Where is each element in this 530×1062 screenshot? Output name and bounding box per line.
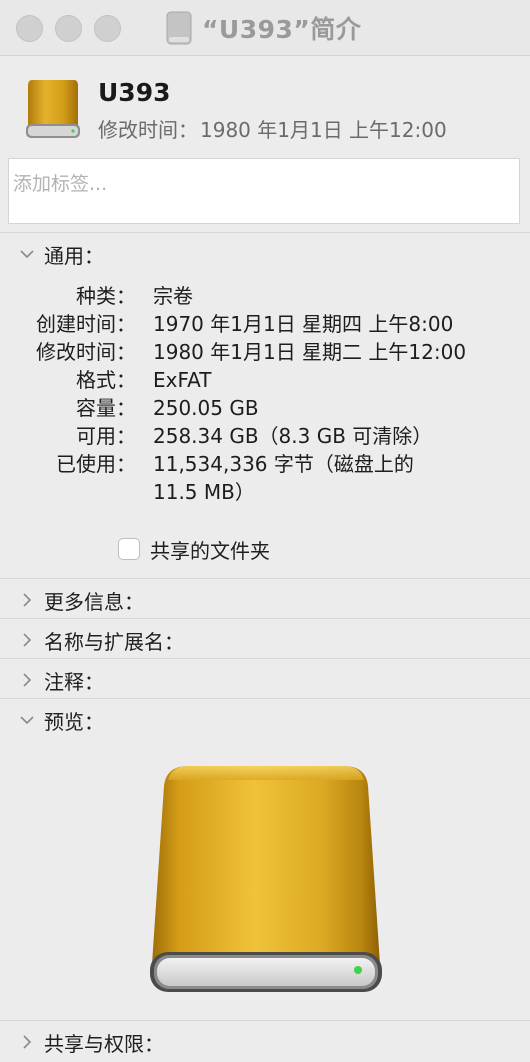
section-general[interactable]: 通用： — [0, 236, 530, 272]
available-value: 258.34 GB（8.3 GB 可清除） — [153, 424, 433, 448]
format-label: 格式： — [76, 368, 136, 392]
section-preview-label: 预览： — [44, 709, 104, 734]
used-value-line1: 11,534,336 字节（磁盘上的 — [153, 452, 414, 476]
kind-value: 宗卷 — [153, 284, 193, 308]
drive-preview-image — [150, 766, 382, 992]
separator — [0, 618, 530, 619]
used-label: 已使用： — [56, 452, 136, 476]
minimize-window-button[interactable] — [55, 15, 82, 42]
volume-modified: 修改时间： 1980 年1月1日 上午12:00 — [98, 114, 449, 143]
shared-folder-option[interactable]: 共享的文件夹 — [118, 536, 270, 563]
kind-label: 种类： — [76, 284, 136, 308]
chevron-right-icon — [14, 670, 40, 690]
modified-value: 1980 年1月1日 星期二 上午12:00 — [153, 340, 467, 364]
separator — [0, 698, 530, 699]
chevron-down-icon — [14, 710, 40, 730]
section-comments[interactable]: 注释： — [0, 662, 530, 698]
capacity-label: 容量： — [76, 396, 136, 420]
separator — [0, 232, 530, 233]
title-bar: “U393”简介 — [0, 0, 530, 56]
info-header: U393 修改时间： 1980 年1月1日 上午12:00 — [0, 56, 530, 156]
tags-placeholder: 添加标签... — [13, 173, 108, 195]
modified-label: 修改时间： — [36, 340, 136, 364]
section-sharing-permissions[interactable]: 共享与权限： — [0, 1024, 530, 1060]
section-comments-label: 注释： — [44, 669, 104, 694]
capacity-value: 250.05 GB — [153, 396, 259, 420]
format-value: ExFAT — [153, 368, 212, 392]
tags-input[interactable]: 添加标签... — [8, 158, 520, 224]
volume-name: U393 — [98, 78, 171, 107]
section-name-extension[interactable]: 名称与扩展名： — [0, 622, 530, 658]
chevron-right-icon — [14, 630, 40, 650]
created-value: 1970 年1月1日 星期四 上午8:00 — [153, 312, 454, 336]
volume-modified-value: 1980 年1月1日 上午12:00 — [200, 118, 447, 142]
shared-folder-label: 共享的文件夹 — [150, 538, 270, 563]
created-label: 创建时间： — [36, 312, 136, 336]
volume-modified-label: 修改时间： — [98, 118, 198, 142]
window-title-text: “U393”简介 — [202, 15, 362, 44]
used-value-line2: 11.5 MB） — [153, 480, 255, 504]
zoom-window-button[interactable] — [94, 15, 121, 42]
section-more-info-label: 更多信息： — [44, 589, 144, 614]
available-label: 可用： — [76, 424, 136, 448]
chevron-right-icon — [14, 1032, 40, 1052]
section-general-label: 通用： — [44, 243, 104, 268]
section-preview[interactable]: 预览： — [0, 702, 530, 738]
separator — [0, 578, 530, 579]
close-window-button[interactable] — [16, 15, 43, 42]
separator — [0, 658, 530, 659]
external-drive-icon — [26, 80, 80, 138]
shared-folder-checkbox[interactable] — [118, 538, 140, 560]
chevron-right-icon — [14, 590, 40, 610]
section-sharing-permissions-label: 共享与权限： — [44, 1031, 164, 1056]
section-name-extension-label: 名称与扩展名： — [44, 629, 184, 654]
chevron-down-icon — [14, 244, 40, 264]
separator — [0, 1020, 530, 1021]
section-more-info[interactable]: 更多信息： — [0, 582, 530, 618]
drive-icon — [166, 11, 192, 45]
window-title: “U393”简介 — [164, 8, 361, 48]
